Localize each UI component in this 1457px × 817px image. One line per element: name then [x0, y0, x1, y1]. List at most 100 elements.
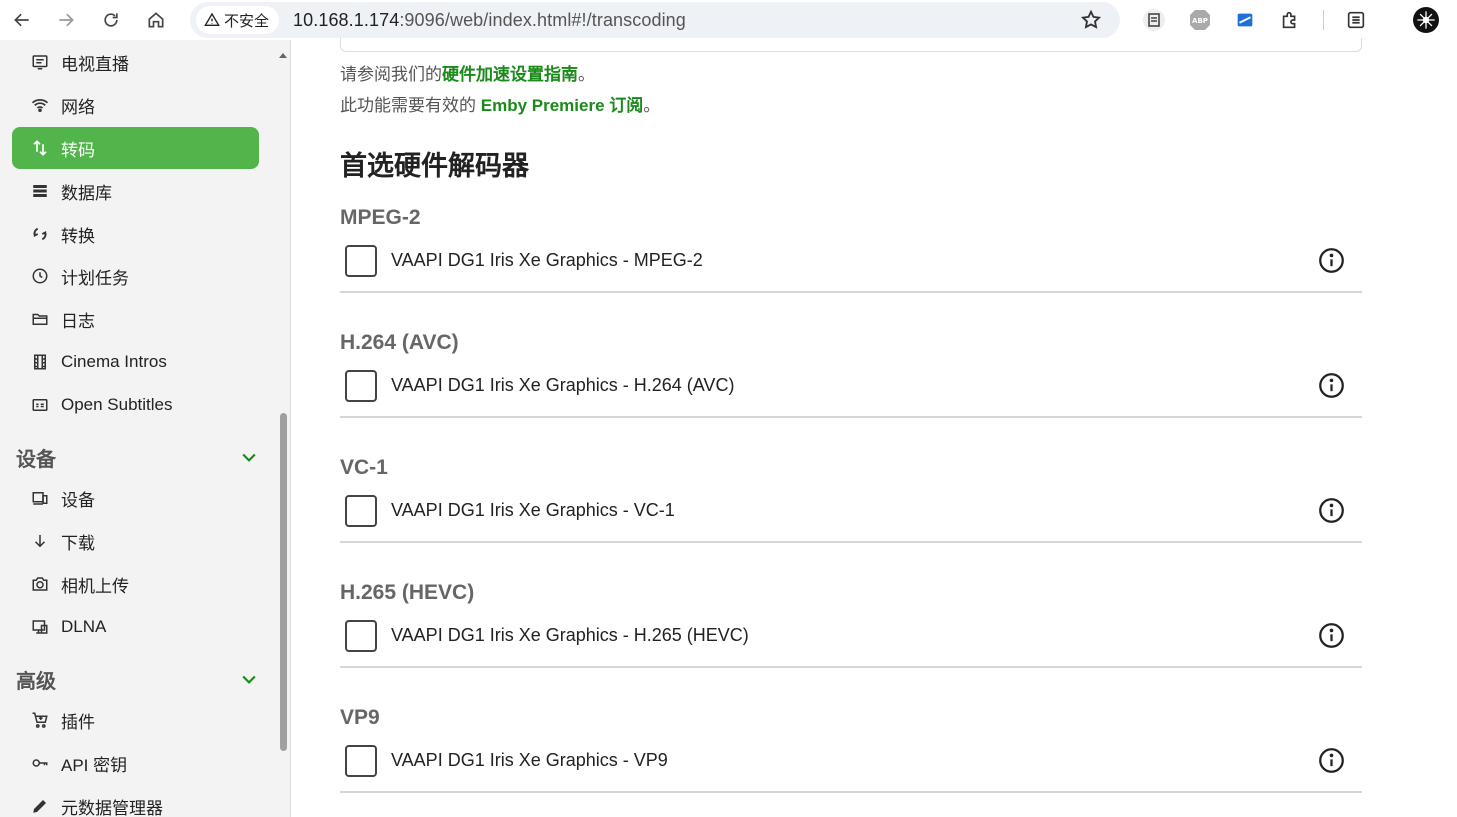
dlna-icon — [30, 617, 50, 637]
codec-name: VP9 — [340, 706, 380, 729]
sidebar-item-cinema-intros[interactable]: Cinema Intros — [12, 341, 259, 383]
sidebar-item-label: 日志 — [61, 311, 95, 331]
info-icon[interactable] — [1318, 747, 1345, 774]
transcode-icon — [30, 138, 50, 158]
sidebar-item-label: API 密钥 — [61, 755, 128, 775]
codec-group-h264: H.264 (AVC) VAAPI DG1 Iris Xe Graphics -… — [340, 331, 1362, 456]
sidebar-item-scheduled-tasks[interactable]: 计划任务 — [12, 255, 259, 297]
sidebar-item-camera-upload[interactable]: 相机上传 — [12, 563, 259, 605]
sidebar-item-network[interactable]: 网络 — [12, 84, 259, 126]
premiere-note: 此功能需要有效的 Emby Premiere 订阅。 — [340, 91, 660, 116]
decoder-row: VAAPI DG1 Iris Xe Graphics - H.265 (HEVC… — [340, 611, 1362, 668]
bookmark-star-icon[interactable] — [1080, 9, 1102, 31]
sidebar-item-label: DLNA — [61, 617, 107, 636]
url-host: 10.168.1.174 — [293, 9, 400, 30]
emby-premiere-link[interactable]: Emby Premiere 订阅 — [481, 96, 644, 115]
decoder-label[interactable]: VAAPI DG1 Iris Xe Graphics - H.265 (HEVC… — [391, 625, 749, 646]
sidebar-item-label: 转码 — [61, 140, 95, 160]
settings-sidebar: 电视直播 网络 转码 数据库 转换 计划任务 日志 Cinema Intros … — [0, 40, 291, 817]
info-icon[interactable] — [1318, 372, 1345, 399]
key-icon — [30, 753, 50, 773]
browser-toolbar: 不安全 10.168.1.174:9096/web/index.html#!/t… — [0, 0, 1457, 40]
forward-arrow-icon[interactable] — [52, 6, 80, 34]
extensions-puzzle-icon[interactable] — [1276, 6, 1304, 34]
warning-triangle-icon — [204, 12, 220, 26]
sidebar-item-label: Open Subtitles — [61, 395, 173, 414]
decoder-checkbox[interactable] — [345, 620, 377, 652]
pencil-icon — [30, 796, 50, 816]
toolbar-divider — [1323, 10, 1324, 30]
sidebar-item-devices[interactable]: 设备 — [12, 477, 259, 519]
sidebar-item-label: 转换 — [61, 226, 95, 246]
hw-accel-guide-link[interactable]: 硬件加速设置指南 — [442, 65, 578, 84]
address-bar[interactable]: 不安全 10.168.1.174:9096/web/index.html#!/t… — [190, 2, 1120, 38]
sidebar-item-conversions[interactable]: 转换 — [12, 213, 259, 255]
info-icon[interactable] — [1318, 622, 1345, 649]
extension-abp-icon[interactable]: ABP — [1186, 6, 1214, 34]
database-icon — [30, 181, 50, 201]
sidebar-item-transcoding[interactable]: 转码 — [12, 127, 259, 169]
tv-list-icon — [30, 52, 50, 72]
extension-blue-icon[interactable] — [1231, 6, 1259, 34]
clock-icon — [30, 266, 50, 286]
codec-group-vp9: VP9 VAAPI DG1 Iris Xe Graphics - VP9 — [340, 706, 1362, 817]
sidebar-item-label: 下载 — [61, 533, 95, 553]
home-icon[interactable] — [142, 6, 170, 34]
decoder-checkbox[interactable] — [345, 245, 377, 277]
sidebar-item-api-keys[interactable]: API 密钥 — [12, 742, 259, 784]
sidebar-section-advanced[interactable]: 高级 — [16, 664, 259, 694]
decoder-checkbox[interactable] — [345, 745, 377, 777]
info-icon[interactable] — [1318, 497, 1345, 524]
sidebar-item-label: 网络 — [61, 97, 95, 117]
sidebar-item-open-subtitles[interactable]: Open Subtitles — [12, 384, 259, 426]
security-chip[interactable]: 不安全 — [196, 6, 280, 34]
reload-icon[interactable] — [97, 6, 125, 34]
previous-section-box — [340, 38, 1362, 52]
convert-icon — [30, 224, 50, 244]
decoder-row: VAAPI DG1 Iris Xe Graphics - MPEG-2 — [340, 236, 1362, 293]
codec-group-mpeg2: MPEG-2 VAAPI DG1 Iris Xe Graphics - MPEG… — [340, 206, 1362, 331]
main-content: 请参阅我们的硬件加速设置指南。 此功能需要有效的 Emby Premiere 订… — [291, 38, 1457, 817]
sidebar-item-logs[interactable]: 日志 — [12, 298, 259, 340]
sidebar-item-metadata-manager[interactable]: 元数据管理器 — [12, 785, 259, 817]
section-label: 高级 — [16, 670, 56, 693]
codec-name: MPEG-2 — [340, 206, 421, 229]
decoder-row: VAAPI DG1 Iris Xe Graphics - H.264 (AVC) — [340, 361, 1362, 418]
sidebar-scrollbar-thumb[interactable] — [280, 413, 287, 751]
extension-reader-icon[interactable] — [1140, 6, 1168, 34]
sidebar-item-downloads[interactable]: 下载 — [12, 520, 259, 562]
sidebar-item-plugins[interactable]: 插件 — [12, 699, 259, 741]
back-arrow-icon[interactable] — [8, 6, 36, 34]
scroll-up-arrow[interactable] — [279, 53, 287, 58]
sidebar-item-livetv[interactable]: 电视直播 — [12, 41, 259, 83]
codec-name: VC-1 — [340, 456, 388, 479]
decoder-checkbox[interactable] — [345, 370, 377, 402]
svg-text:ABP: ABP — [1192, 17, 1208, 25]
decoder-label[interactable]: VAAPI DG1 Iris Xe Graphics - H.264 (AVC) — [391, 375, 734, 396]
wifi-icon — [30, 95, 50, 115]
url-path: :9096/web/index.html#!/transcoding — [399, 9, 686, 30]
decoder-label[interactable]: VAAPI DG1 Iris Xe Graphics - VP9 — [391, 750, 668, 771]
sidebar-item-label: 插件 — [61, 712, 95, 732]
folder-icon — [30, 309, 50, 329]
codec-name: H.264 (AVC) — [340, 331, 459, 354]
note-text: 。 — [643, 96, 661, 115]
sidebar-item-dlna[interactable]: DLNA — [12, 606, 259, 648]
info-icon[interactable] — [1318, 247, 1345, 274]
chevron-down-icon — [242, 453, 256, 462]
devices-icon — [30, 488, 50, 508]
profile-avatar-icon[interactable] — [1412, 6, 1440, 34]
codec-group-h265: H.265 (HEVC) VAAPI DG1 Iris Xe Graphics … — [340, 581, 1362, 706]
sidebar-item-label: 电视直播 — [61, 54, 129, 74]
reading-list-icon[interactable] — [1342, 6, 1370, 34]
decoder-checkbox[interactable] — [345, 495, 377, 527]
decoder-label[interactable]: VAAPI DG1 Iris Xe Graphics - VC-1 — [391, 500, 675, 521]
security-label: 不安全 — [224, 12, 270, 30]
codec-name: H.265 (HEVC) — [340, 581, 475, 604]
camera-icon — [30, 574, 50, 594]
sidebar-section-devices[interactable]: 设备 — [16, 442, 259, 472]
sidebar-item-database[interactable]: 数据库 — [12, 170, 259, 212]
note-text: 请参阅我们的 — [340, 65, 442, 84]
decoder-label[interactable]: VAAPI DG1 Iris Xe Graphics - MPEG-2 — [391, 250, 703, 271]
subtitles-icon — [30, 395, 50, 415]
